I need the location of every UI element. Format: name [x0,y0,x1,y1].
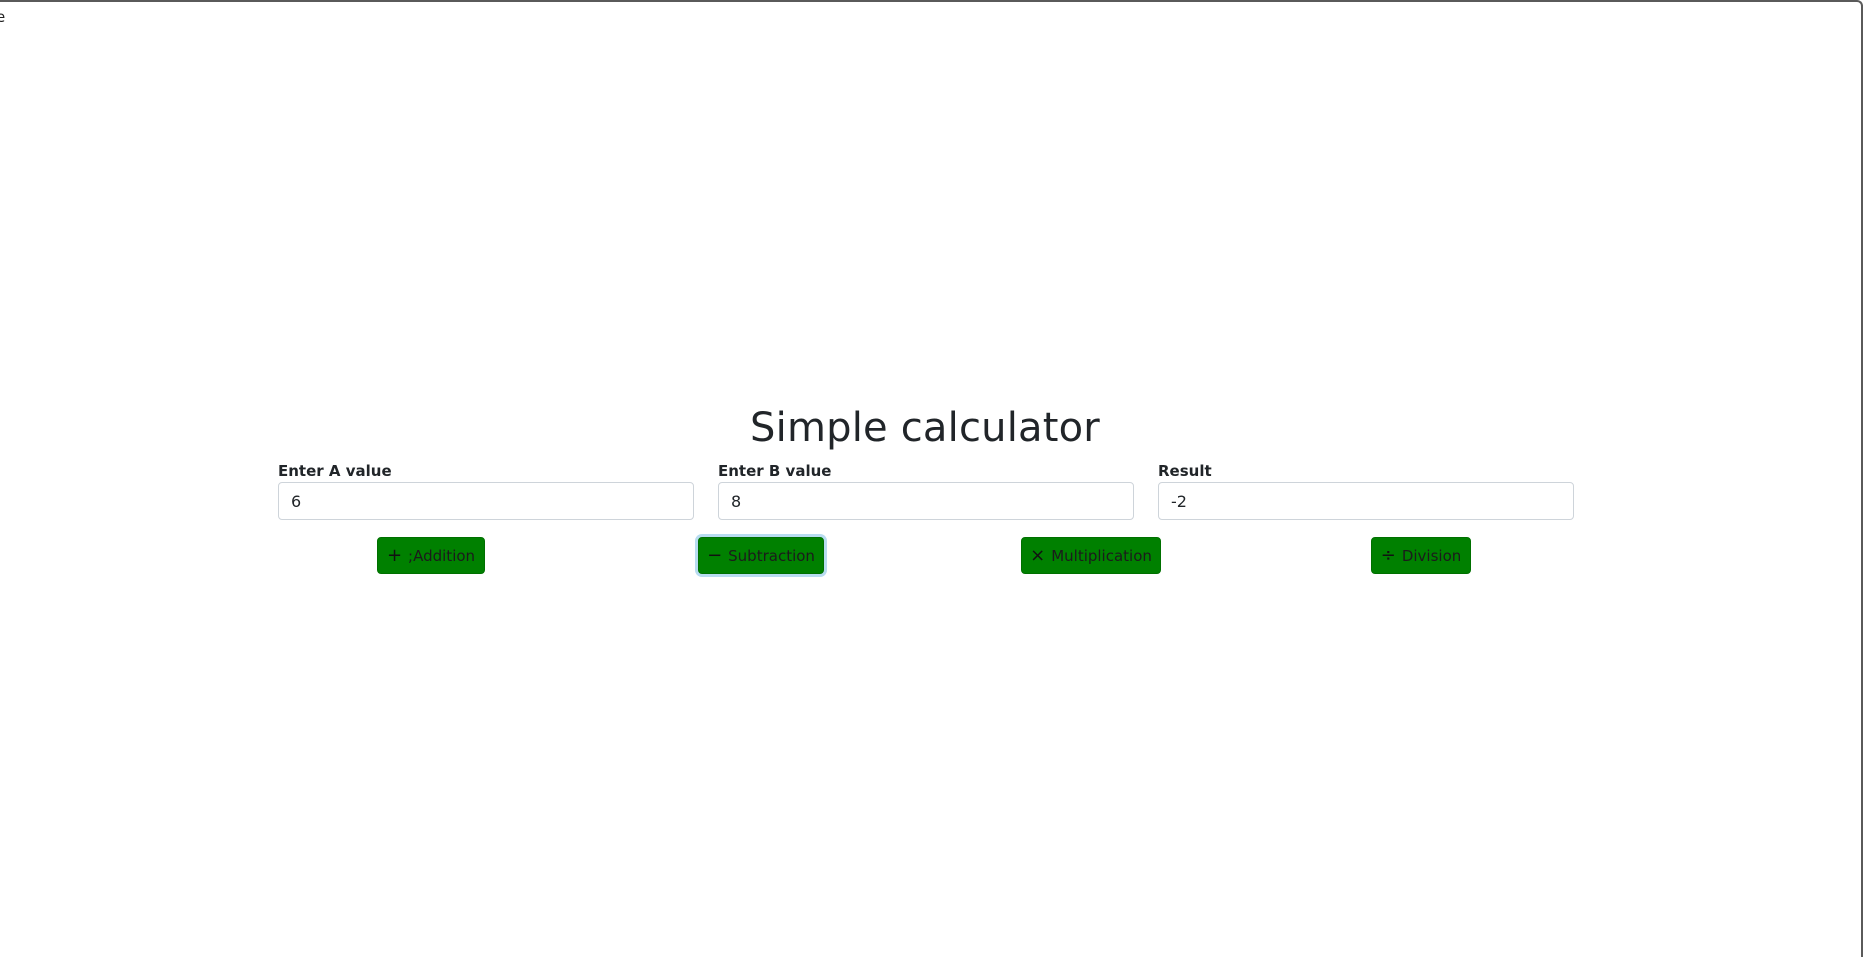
minus-icon: − [707,544,723,566]
field-a-group: Enter A value [278,462,694,520]
result-label: Result [1158,462,1212,480]
field-b-group: Enter B value [718,462,1134,520]
subtraction-button[interactable]: − Subtraction [698,537,824,574]
page-title: Simple calculator [750,405,1100,451]
multiplication-label: Multiplication [1051,546,1152,565]
result-group: Result [1158,462,1574,520]
division-button[interactable]: ÷ Division [1371,537,1471,574]
multiplication-button[interactable]: × Multiplication [1021,537,1161,574]
field-b-label: Enter B value [718,462,832,480]
addition-label: ;Addition [408,546,476,565]
result-input[interactable] [1158,482,1574,520]
division-label: Division [1401,546,1462,565]
field-a-label: Enter A value [278,462,392,480]
divide-icon: ÷ [1380,544,1396,566]
a-value-input[interactable] [278,482,694,520]
b-value-input[interactable] [718,482,1134,520]
subtraction-label: Subtraction [728,546,815,565]
corner-glyph: e [0,8,6,26]
addition-button[interactable]: + ;Addition [377,537,485,574]
plus-icon: + [386,544,403,566]
multiply-icon: × [1030,544,1046,566]
